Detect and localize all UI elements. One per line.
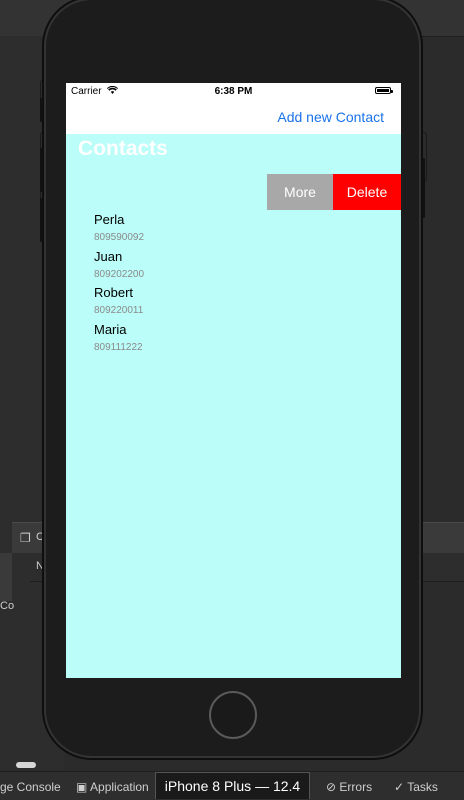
tasks-tab[interactable]: ✓ Tasks bbox=[394, 780, 438, 794]
contact-phone: 809202200 bbox=[94, 268, 145, 280]
ide-scrollbar[interactable] bbox=[16, 762, 36, 768]
phone-volume-down bbox=[40, 198, 43, 242]
ide-left-label: Co bbox=[0, 600, 15, 612]
application-output-label: Application bbox=[90, 780, 149, 794]
contact-item[interactable]: Juan 809202200 bbox=[94, 248, 394, 284]
swipe-actions: More Delete bbox=[267, 174, 401, 210]
ide-panel-label: C bbox=[36, 531, 44, 543]
errors-tab[interactable]: ⊘ Errors bbox=[326, 780, 372, 794]
delete-button[interactable]: Delete bbox=[333, 174, 401, 210]
contact-phone: 809220011 bbox=[94, 305, 144, 316]
simulator-screen: Carrier 6:38 PM Add new Contact Contacts… bbox=[66, 83, 401, 678]
contact-phone: 809111222 bbox=[94, 341, 143, 353]
navigation-bar: Add new Contact bbox=[66, 100, 401, 134]
contact-phone: 809590092 bbox=[94, 232, 145, 243]
phone-volume-up bbox=[40, 148, 43, 192]
contact-name: Maria bbox=[94, 321, 127, 337]
errors-label: Errors bbox=[339, 780, 373, 794]
page-title: Contacts bbox=[78, 137, 168, 160]
battery-level bbox=[377, 89, 389, 92]
ide-row-label: N bbox=[36, 560, 44, 572]
contact-name: Perla bbox=[94, 212, 125, 227]
phone-power-button bbox=[422, 158, 425, 218]
ide-status-bar: ge Console ▣ Application iPhone 8 Plus —… bbox=[0, 771, 464, 800]
device-selector[interactable]: iPhone 8 Plus — 12.4 bbox=[155, 772, 310, 799]
checkmark-icon: ✓ bbox=[394, 780, 405, 794]
tasks-label: Tasks bbox=[407, 780, 438, 794]
add-new-contact-button[interactable]: Add new Contact bbox=[277, 109, 384, 125]
console-tab[interactable]: ge Console bbox=[0, 780, 61, 794]
ide-panel-icon: ❐ bbox=[20, 531, 31, 545]
contact-name: Robert bbox=[94, 285, 134, 300]
application-output-tab[interactable]: ▣ Application bbox=[76, 780, 149, 794]
status-time: 6:38 PM bbox=[214, 86, 253, 97]
ios-status-bar: Carrier 6:38 PM bbox=[66, 83, 401, 100]
ide-pad bbox=[0, 553, 12, 601]
home-button[interactable] bbox=[209, 691, 257, 739]
phone-side-button bbox=[40, 98, 43, 122]
contact-name: Juan bbox=[94, 248, 123, 264]
contact-list: Perla 809590092 Juan 809202200 Robert 80… bbox=[94, 210, 394, 356]
contact-item[interactable]: Robert 809220011 bbox=[94, 284, 394, 320]
battery-icon bbox=[375, 87, 393, 94]
application-output-icon: ▣ bbox=[76, 780, 88, 794]
contact-item[interactable]: Maria 809111222 bbox=[94, 321, 394, 357]
errors-icon: ⊘ bbox=[326, 780, 337, 794]
more-button[interactable]: More bbox=[267, 174, 333, 210]
contact-item[interactable]: Perla 809590092 bbox=[94, 211, 394, 247]
